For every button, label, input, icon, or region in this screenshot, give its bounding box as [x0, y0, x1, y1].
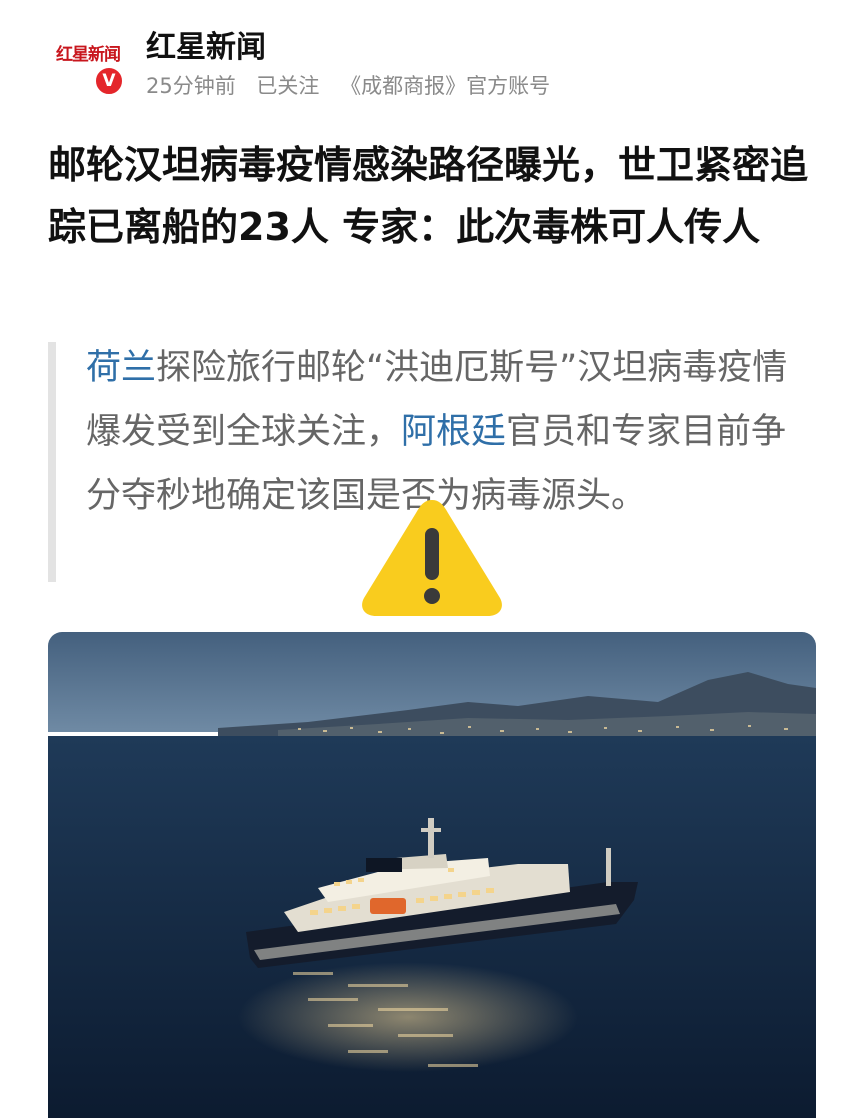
link-argentina[interactable]: 阿根廷 [401, 412, 506, 452]
publish-time: 25分钟前 [146, 74, 236, 98]
article-meta: 25分钟前 已关注 《成都商报》官方账号 [146, 70, 564, 100]
article-headline: 邮轮汉坦病毒疫情感染路径曝光，世卫紧密追踪已离船的23人 专家：此次毒株可人传人 [48, 143, 809, 249]
follow-status[interactable]: 已关注 [256, 74, 319, 98]
logo-text: 红星新闻 [56, 45, 121, 65]
cruise-ship-photo[interactable] [48, 632, 816, 1118]
warning-icon [362, 500, 502, 616]
quote-bar [48, 342, 56, 582]
verified-icon: V [94, 66, 124, 96]
link-netherlands[interactable]: 荷兰 [86, 348, 156, 388]
account-description: 《成都商报》官方账号 [340, 74, 551, 98]
source-name[interactable]: 红星新闻 [146, 22, 266, 66]
article-header: 红星新闻 V 红星新闻 25分钟前 已关注 《成都商报》官方账号 [0, 0, 864, 110]
